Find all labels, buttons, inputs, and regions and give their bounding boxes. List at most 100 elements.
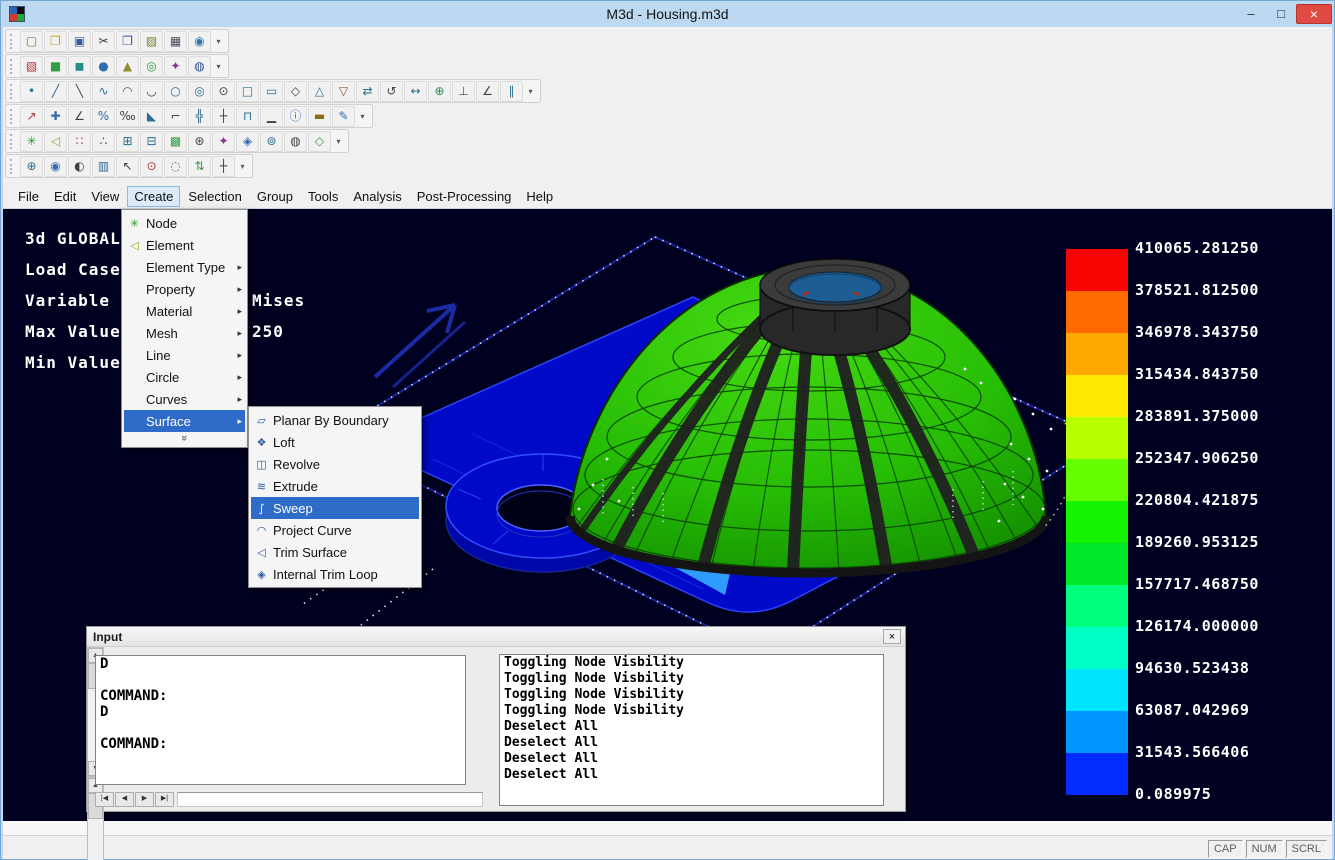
menu-expand-chevron[interactable]: » <box>124 432 245 445</box>
toolbar-button-ellipse-tool[interactable]: ◎ <box>188 81 211 102</box>
menubar-item-group[interactable]: Group <box>250 186 300 207</box>
surface-menu-item-extrude[interactable]: ≋Extrude <box>251 475 419 497</box>
input-panel-titlebar[interactable]: Input × <box>87 627 905 647</box>
toolbar-button-cylinder-primitive[interactable]: ◼ <box>68 56 91 77</box>
toolbar-button-legend-tool[interactable]: ▬ <box>308 106 331 127</box>
toolbar-button-shade-mesh-tool[interactable]: ▩ <box>164 131 187 152</box>
menubar-item-help[interactable]: Help <box>519 186 560 207</box>
toolbar-overflow-button[interactable]: ▾ <box>212 31 225 52</box>
toolbar-button-mesh-grid-tool[interactable]: ⊞ <box>116 131 139 152</box>
toolbar-button-node-array-tool[interactable]: ∷ <box>68 131 91 152</box>
surface-menu-item-loft[interactable]: ❖Loft <box>251 431 419 453</box>
toolbar-grip[interactable] <box>10 134 15 149</box>
menubar-item-analysis[interactable]: Analysis <box>346 186 408 207</box>
create-menu-item-node[interactable]: ✳Node <box>124 212 245 234</box>
toolbar-overflow-button[interactable]: ▾ <box>356 106 369 127</box>
toolbar-button-rectangle-tool[interactable]: □ <box>236 81 259 102</box>
record-next-button[interactable]: ▶ <box>135 792 154 807</box>
record-first-button[interactable]: |◀ <box>95 792 114 807</box>
toolbar-button-sphere-primitive[interactable]: ● <box>92 56 115 77</box>
toolbar-button-arc-3pt-tool[interactable]: ◡ <box>140 81 163 102</box>
toolbar-button-slot-tool[interactable]: ▭ <box>260 81 283 102</box>
toolbar-button-move-tool[interactable]: ↔ <box>404 81 427 102</box>
toolbar-overflow-button[interactable]: ▾ <box>524 81 537 102</box>
record-last-button[interactable]: ▶| <box>155 792 174 807</box>
toolbar-button-baseline-tool[interactable]: ▁ <box>260 106 283 127</box>
toolbar-button-target-view[interactable]: ⊙ <box>140 156 163 177</box>
toolbar-grip[interactable] <box>10 84 15 99</box>
toolbar-grip[interactable] <box>10 159 15 174</box>
menubar-item-selection[interactable]: Selection <box>181 186 248 207</box>
horizontal-scrollbar-track[interactable] <box>177 792 483 807</box>
toolbar-button-orbit-view[interactable]: ◉ <box>44 156 67 177</box>
create-menu-item-element-type[interactable]: Element Type▸ <box>124 256 245 278</box>
toolbar-button-crosshair-tool[interactable]: ┼ <box>212 106 235 127</box>
menubar-item-file[interactable]: File <box>11 186 46 207</box>
toolbar-button-spline-tool[interactable]: ∿ <box>92 81 115 102</box>
toolbar-button-arc-tool[interactable]: ◠ <box>116 81 139 102</box>
toolbar-grip[interactable] <box>10 34 15 49</box>
toolbar-button-solid-view[interactable]: ■ <box>44 56 67 77</box>
toolbar-button-plot-view[interactable]: ▧ <box>20 56 43 77</box>
toolbar-button-ring-element-tool[interactable]: ⊚ <box>260 131 283 152</box>
toolbar-button-help[interactable]: ◉ <box>188 31 211 52</box>
toolbar-overflow-button[interactable]: ▾ <box>332 131 345 152</box>
toolbar-button-permille-tool[interactable]: ‰ <box>116 106 139 127</box>
log-pane-scrollbar[interactable]: ▲ ▼ <box>87 777 104 860</box>
toolbar-button-copy[interactable]: ❐ <box>116 31 139 52</box>
surface-menu-item-internal-trim-loop[interactable]: ◈Internal Trim Loop <box>251 563 419 585</box>
toolbar-button-mesh-remove-tool[interactable]: ⊟ <box>140 131 163 152</box>
toolbar-overflow-button[interactable]: ▾ <box>236 156 249 177</box>
toolbar-button-slope-tool[interactable]: ◣ <box>140 106 163 127</box>
toolbar-button-lab-tools[interactable]: ◍ <box>188 56 211 77</box>
toolbar-button-new-file[interactable]: ▢ <box>20 31 43 52</box>
surface-menu-item-planar-by-boundary[interactable]: ▱Planar By Boundary <box>251 409 419 431</box>
create-menu-item-element[interactable]: ◁Element <box>124 234 245 256</box>
toolbar-button-cut[interactable]: ✂ <box>92 31 115 52</box>
toolbar-button-offset-tool[interactable]: ⊕ <box>428 81 451 102</box>
toolbar-button-polyline-tool[interactable]: ╲ <box>68 81 91 102</box>
toolbar-button-star-tool[interactable]: ✦ <box>212 131 235 152</box>
command-input-pane[interactable]: D COMMAND:D COMMAND: <box>95 655 466 785</box>
toolbar-button-percent-tool[interactable]: % <box>92 106 115 127</box>
toolbar-grip[interactable] <box>10 59 15 74</box>
create-menu-item-line[interactable]: Line▸ <box>124 344 245 366</box>
create-menu-item-circle[interactable]: Circle▸ <box>124 366 245 388</box>
toolbar-button-polygon-tool[interactable]: ◇ <box>284 81 307 102</box>
maximize-button[interactable]: □ <box>1266 4 1296 24</box>
toolbar-button-parallel-tool[interactable]: ∥ <box>500 81 523 102</box>
menubar-item-edit[interactable]: Edit <box>47 186 83 207</box>
toolbar-button-open-file[interactable]: ❒ <box>44 31 67 52</box>
menubar-item-create[interactable]: Create <box>127 186 180 207</box>
toolbar-button-grid-tool[interactable]: ╬ <box>188 106 211 127</box>
toolbar-grip[interactable] <box>10 109 15 124</box>
menubar-item-post-processing[interactable]: Post-Processing <box>410 186 519 207</box>
toolbar-button-pan-view[interactable]: ↖ <box>116 156 139 177</box>
toolbar-button-swap-tool[interactable]: ⇄ <box>356 81 379 102</box>
create-menu-item-surface[interactable]: Surface▸ <box>124 410 245 432</box>
toolbar-button-circle-tool[interactable]: ○ <box>164 81 187 102</box>
toolbar-button-datum-tool[interactable]: ⌐ <box>164 106 187 127</box>
toolbar-button-info-tool[interactable]: ⓘ <box>284 106 307 127</box>
toolbar-button-print[interactable]: ▦ <box>164 31 187 52</box>
toolbar-button-shade-half-view[interactable]: ◐ <box>68 156 91 177</box>
titlebar[interactable]: M3d - Housing.m3d –□× <box>3 1 1332 27</box>
toolbar-button-create-node-tool[interactable]: ✳ <box>20 131 43 152</box>
toolbar-button-perpendicular-tool[interactable]: ⊥ <box>452 81 475 102</box>
toolbar-button-measure-distance[interactable]: ↗ <box>20 106 43 127</box>
toolbar-button-panel-view[interactable]: ▥ <box>92 156 115 177</box>
toolbar-button-circle-center-tool[interactable]: ⊙ <box>212 81 235 102</box>
toolbar-button-measure-angle[interactable]: ∠ <box>68 106 91 127</box>
create-menu-item-mesh[interactable]: Mesh▸ <box>124 322 245 344</box>
toolbar-button-diamond-element-tool[interactable]: ◈ <box>236 131 259 152</box>
surface-menu-item-sweep[interactable]: ∫Sweep <box>251 497 419 519</box>
toolbar-button-mirror-tool[interactable]: ▽ <box>332 81 355 102</box>
toolbar-button-poly-element-tool[interactable]: ◇ <box>308 131 331 152</box>
toolbar-button-line-tool[interactable]: ╱ <box>44 81 67 102</box>
toolbar-button-flip-view[interactable]: ⇅ <box>188 156 211 177</box>
create-menu-item-material[interactable]: Material▸ <box>124 300 245 322</box>
create-menu-item-curves[interactable]: Curves▸ <box>124 388 245 410</box>
toolbar-button-save-file[interactable]: ▣ <box>68 31 91 52</box>
toolbar-button-merge-nodes-tool[interactable]: ⊛ <box>188 131 211 152</box>
toolbar-button-angle-tool[interactable]: ∠ <box>476 81 499 102</box>
